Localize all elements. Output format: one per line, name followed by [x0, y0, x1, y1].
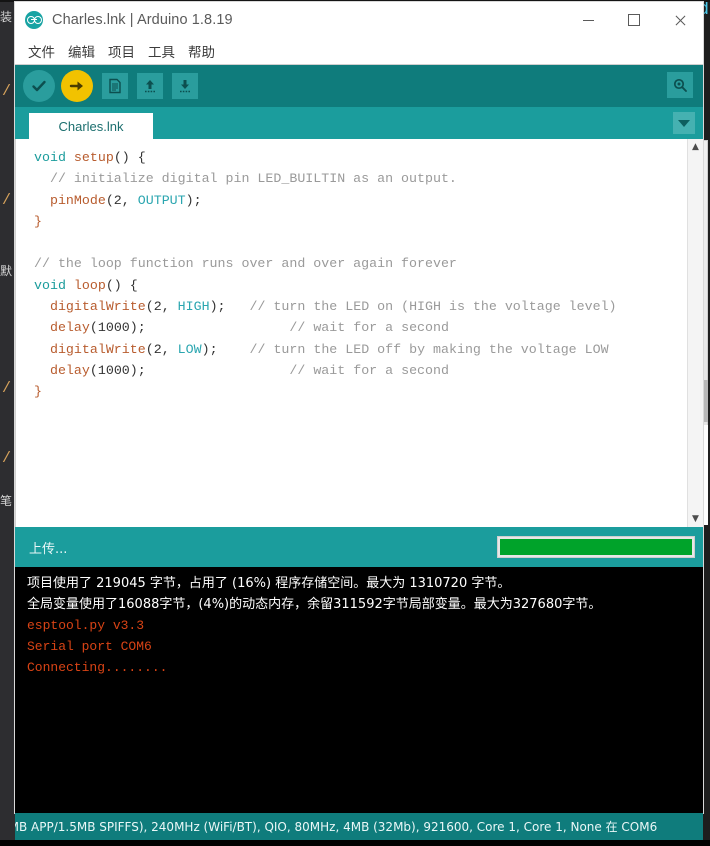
code-token: digitalWrite: [50, 342, 146, 357]
code-line: pinMode(2, OUTPUT);: [34, 190, 687, 211]
editor-scrollbar[interactable]: ▲ ▼: [687, 139, 703, 527]
code-token: [34, 299, 50, 314]
code-line: digitalWrite(2, HIGH); // turn the LED o…: [34, 296, 687, 317]
code-token: // wait for a second: [289, 320, 449, 335]
code-token: () {: [114, 150, 146, 165]
code-token: );: [186, 193, 202, 208]
menu-item-sketch[interactable]: 项目: [107, 40, 136, 62]
console-output[interactable]: 项目使用了 219045 字节，占用了 (16%) 程序存储空间。最大为 131…: [15, 567, 703, 813]
chevron-down-icon[interactable]: [673, 112, 695, 134]
code-line: }: [34, 211, 687, 232]
code-token: // the loop function runs over and over …: [34, 256, 457, 271]
board-status-text: 2MB APP/1.5MB SPIFFS), 240MHz (WiFi/BT),…: [15, 818, 657, 835]
code-token: [34, 342, 50, 357]
arduino-logo-icon: [25, 11, 43, 29]
code-token: void: [34, 278, 74, 293]
desktop-bottom-edge: [0, 840, 710, 846]
code-token: (2,: [146, 342, 178, 357]
status-bar: 上传...: [15, 527, 703, 567]
code-line: delay(1000); // wait for a second: [34, 360, 687, 381]
code-token: delay: [50, 320, 90, 335]
code-token: loop: [74, 278, 106, 293]
upload-progress-bar: [497, 536, 695, 558]
code-token: }: [34, 384, 42, 399]
code-line: // initialize digital pin LED_BUILTIN as…: [34, 168, 687, 189]
code-token: () {: [106, 278, 138, 293]
tab-bar: Charles.lnk: [15, 107, 703, 139]
menu-item-file[interactable]: 文件: [27, 40, 56, 62]
code-token: );: [202, 342, 250, 357]
code-line: digitalWrite(2, LOW); // turn the LED of…: [34, 339, 687, 360]
window-controls: [565, 2, 703, 38]
tab-charles-lnk[interactable]: Charles.lnk: [29, 113, 153, 139]
code-line: [34, 232, 687, 253]
title-bar[interactable]: Charles.lnk | Arduino 1.8.19: [15, 2, 703, 38]
code-token: [34, 193, 50, 208]
code-token: HIGH: [178, 299, 210, 314]
code-token: pinMode: [50, 193, 106, 208]
code-line: delay(1000); // wait for a second: [34, 317, 687, 338]
code-token: LOW: [178, 342, 202, 357]
code-token: // initialize digital pin LED_BUILTIN as…: [34, 171, 457, 186]
code-text[interactable]: void setup() { // initialize digital pin…: [16, 139, 687, 527]
code-token: // turn the LED on (HIGH is the voltage …: [249, 299, 616, 314]
chevron-up-icon[interactable]: ▲: [688, 139, 703, 155]
code-token: setup: [74, 150, 114, 165]
upload-progress-fill: [500, 539, 692, 555]
console-line: Serial port COM6: [27, 636, 703, 657]
menu-item-tools[interactable]: 工具: [147, 40, 176, 62]
code-line: void loop() {: [34, 275, 687, 296]
new-sketch-icon[interactable]: [102, 73, 128, 99]
menu-item-help[interactable]: 帮助: [187, 40, 216, 62]
board-status-bar: 2MB APP/1.5MB SPIFFS), 240MHz (WiFi/BT),…: [15, 813, 703, 840]
close-button[interactable]: [657, 2, 703, 38]
maximize-button[interactable]: [611, 2, 657, 38]
background-glyph: /: [2, 83, 11, 100]
code-token: );: [210, 299, 250, 314]
caret-shape: [678, 120, 690, 127]
code-token: (2,: [106, 193, 138, 208]
toolbar: [15, 64, 703, 107]
code-token: [34, 320, 50, 335]
menu-item-edit[interactable]: 编辑: [67, 40, 96, 62]
background-glyph: 装: [0, 8, 12, 25]
minimize-button[interactable]: [565, 2, 611, 38]
code-token: (2,: [146, 299, 178, 314]
console-line: 项目使用了 219045 字节，占用了 (16%) 程序存储空间。最大为 131…: [27, 573, 703, 594]
console-line: Connecting........: [27, 657, 703, 678]
background-glyph: /: [2, 380, 11, 397]
code-token: // turn the LED off by making the voltag…: [250, 342, 609, 357]
code-token: (1000);: [90, 320, 290, 335]
background-glyph: /: [2, 450, 11, 467]
code-token: [34, 363, 50, 378]
code-line: void setup() {: [34, 147, 687, 168]
arduino-ide-window: Charles.lnk | Arduino 1.8.19 文件 编辑 项目 工具…: [15, 2, 703, 813]
background-glyph: 默: [0, 262, 12, 279]
code-token: }: [34, 214, 42, 229]
code-token: // wait for a second: [289, 363, 449, 378]
background-glyph: /: [2, 192, 11, 209]
code-token: (1000);: [90, 363, 290, 378]
serial-monitor-icon[interactable]: [667, 72, 693, 98]
save-sketch-icon[interactable]: [172, 73, 198, 99]
background-glyph: 笔: [0, 492, 12, 509]
chevron-down-icon[interactable]: ▼: [688, 511, 703, 527]
code-token: OUTPUT: [138, 193, 186, 208]
console-line: esptool.py v3.3: [27, 615, 703, 636]
status-message: 上传...: [29, 538, 67, 557]
code-editor[interactable]: void setup() { // initialize digital pin…: [15, 139, 703, 527]
code-line: }: [34, 381, 687, 402]
console-line: 全局变量使用了16088字节，(4%)的动态内存，余留311592字节局部变量。…: [27, 594, 703, 615]
code-token: delay: [50, 363, 90, 378]
code-token: digitalWrite: [50, 299, 146, 314]
window-title: Charles.lnk | Arduino 1.8.19: [52, 12, 233, 28]
menu-bar: 文件 编辑 项目 工具 帮助: [15, 38, 703, 64]
upload-icon[interactable]: [61, 70, 93, 102]
code-line: // the loop function runs over and over …: [34, 253, 687, 274]
screen-root: 装 / / 默 / / 笔 d Charles.lnk | Arduino 1.…: [0, 0, 710, 846]
code-token: void: [34, 150, 74, 165]
verify-icon[interactable]: [23, 70, 55, 102]
open-sketch-icon[interactable]: [137, 73, 163, 99]
